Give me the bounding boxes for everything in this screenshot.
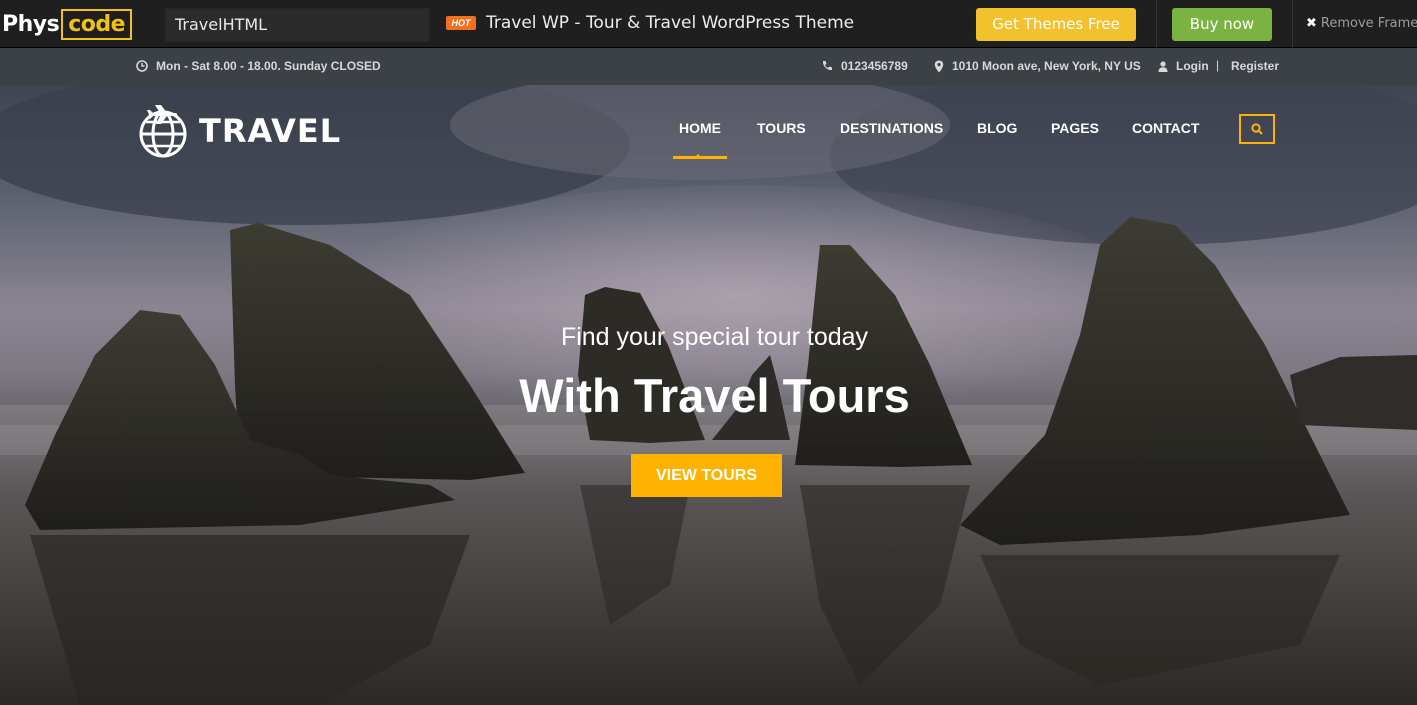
top-info-bar: Mon - Sat 8.00 - 18.00. Sunday CLOSED 01…	[0, 48, 1417, 85]
logo-text: TRAVEL	[199, 112, 342, 150]
nav-item-destinations[interactable]: DESTINATIONS	[840, 120, 943, 136]
demo-frame-bar: Phys code TravelHTML HOT Travel WP - Tou…	[0, 0, 1417, 48]
travel-logo[interactable]: TRAVEL	[137, 102, 341, 160]
map-pin-icon	[934, 60, 944, 72]
register-link[interactable]: Register	[1231, 59, 1279, 73]
phone-icon	[822, 61, 832, 71]
phone-number: 0123456789	[841, 59, 908, 73]
get-themes-free-button[interactable]: Get Themes Free	[976, 8, 1136, 41]
clock-icon	[136, 60, 148, 72]
theme-select[interactable]: TravelHTML	[165, 8, 430, 42]
hero-subtitle: Find your special tour today	[560, 323, 869, 351]
close-icon: ✖	[1306, 16, 1317, 31]
user-icon	[1158, 60, 1168, 72]
active-indicator	[693, 154, 703, 159]
remove-frame-label: Remove Frame	[1320, 16, 1417, 31]
remove-frame-button[interactable]: ✖ Remove Frame	[1306, 16, 1417, 31]
divider: |	[1216, 58, 1220, 72]
logo-text-code: code	[61, 9, 133, 40]
nav-item-tours[interactable]: TOURS	[757, 120, 806, 136]
opening-hours-text: Mon - Sat 8.00 - 18.00. Sunday CLOSED	[156, 59, 381, 73]
search-icon	[1251, 123, 1263, 135]
nav-item-blog[interactable]: BLOG	[977, 120, 1017, 136]
logo-text-phys: Phys	[2, 12, 60, 37]
buy-now-button[interactable]: Buy now	[1172, 8, 1272, 41]
hero-section: TRAVEL HOME TOURS DESTINATIONS BLOG PAGE…	[0, 85, 1417, 705]
opening-hours: Mon - Sat 8.00 - 18.00. Sunday CLOSED	[136, 59, 381, 73]
nav-item-pages[interactable]: PAGES	[1051, 120, 1099, 136]
register-label: Register	[1231, 59, 1280, 73]
divider	[1292, 0, 1293, 48]
nav-item-home[interactable]: HOME	[673, 120, 727, 159]
divider	[1156, 0, 1157, 48]
hero-title: With Travel Tours	[519, 369, 910, 422]
hot-badge: HOT	[446, 16, 476, 30]
theme-title[interactable]: Travel WP - Tour & Travel WordPress Them…	[486, 13, 854, 33]
address: 1010 Moon ave, New York, NY US	[934, 59, 1141, 73]
search-button[interactable]	[1239, 114, 1275, 144]
globe-plane-icon	[139, 105, 187, 158]
nav-item-contact[interactable]: CONTACT	[1132, 120, 1199, 136]
view-tours-button[interactable]: VIEW TOURS	[631, 454, 782, 497]
phone-contact[interactable]: 0123456789	[821, 59, 908, 73]
login-label: Login	[1176, 59, 1209, 73]
address-text: 1010 Moon ave, New York, NY US	[952, 59, 1141, 73]
physcode-logo[interactable]: Phys code	[2, 9, 133, 40]
login-link[interactable]: Login	[1158, 59, 1209, 73]
